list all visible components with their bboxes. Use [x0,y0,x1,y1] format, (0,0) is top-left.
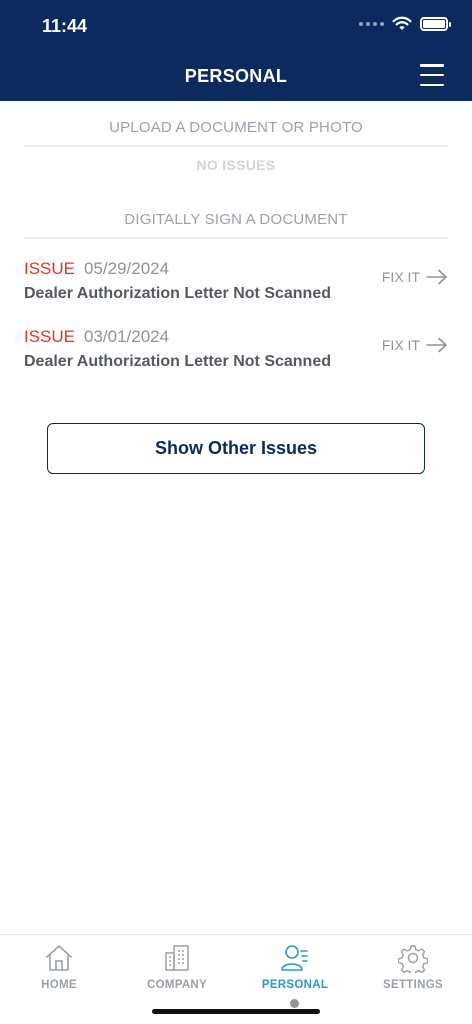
tab-home[interactable]: HOME [0,943,118,999]
building-icon [165,945,189,971]
issue-description: Dealer Authorization Letter Not Scanned [24,353,331,370]
issue-tag: ISSUE [24,327,76,346]
gear-icon [398,945,428,973]
home-icon [46,945,72,971]
tab-personal[interactable]: PERSONAL [236,943,354,999]
wifi-icon [392,16,412,30]
page-title: PERSONAL [184,66,288,86]
issue-date: 05/29/2024 [84,259,170,278]
tab-company-label: COMPANY [146,979,208,991]
cellular-signal-icon [359,21,384,26]
status-icons [359,16,451,31]
divider [24,237,448,239]
issue-date: 03/01/2024 [84,327,170,346]
hamburger-menu-icon[interactable] [420,64,444,86]
tab-company[interactable]: COMPANY [118,943,236,999]
tab-settings[interactable]: SETTINGS [354,943,472,999]
tab-personal-label: PERSONAL [261,979,329,991]
fix-it-button[interactable]: FIX IT [382,337,448,353]
app-header: 11:44 PERSONAL [0,0,472,101]
tab-home-label: HOME [41,979,77,991]
fix-it-label: FIX IT [381,269,420,285]
no-issues-label: NO ISSUES [196,157,276,173]
show-other-issues-button[interactable]: Show Other Issues [47,423,425,474]
upload-section-heading: UPLOAD A DOCUMENT OR PHOTO [109,119,363,136]
active-tab-indicator [290,999,299,1008]
arrow-right-icon [426,337,447,353]
battery-icon [420,16,451,31]
person-icon [281,945,308,971]
issue-row: ISSUE 05/29/2024 Dealer Authorization Le… [24,259,448,315]
status-time: 11:44 [42,16,88,36]
issue-row: ISSUE 03/01/2024 Dealer Authorization Le… [24,327,448,383]
issue-description: Dealer Authorization Letter Not Scanned [24,285,331,302]
arrow-right-icon [426,269,447,285]
fix-it-button[interactable]: FIX IT [382,269,448,285]
sign-section-heading: DIGITALLY SIGN A DOCUMENT [124,211,348,228]
issue-tag: ISSUE [24,259,76,278]
tab-settings-label: SETTINGS [383,979,443,991]
fix-it-label: FIX IT [381,337,420,353]
divider [24,145,448,147]
home-indicator [152,1009,320,1014]
